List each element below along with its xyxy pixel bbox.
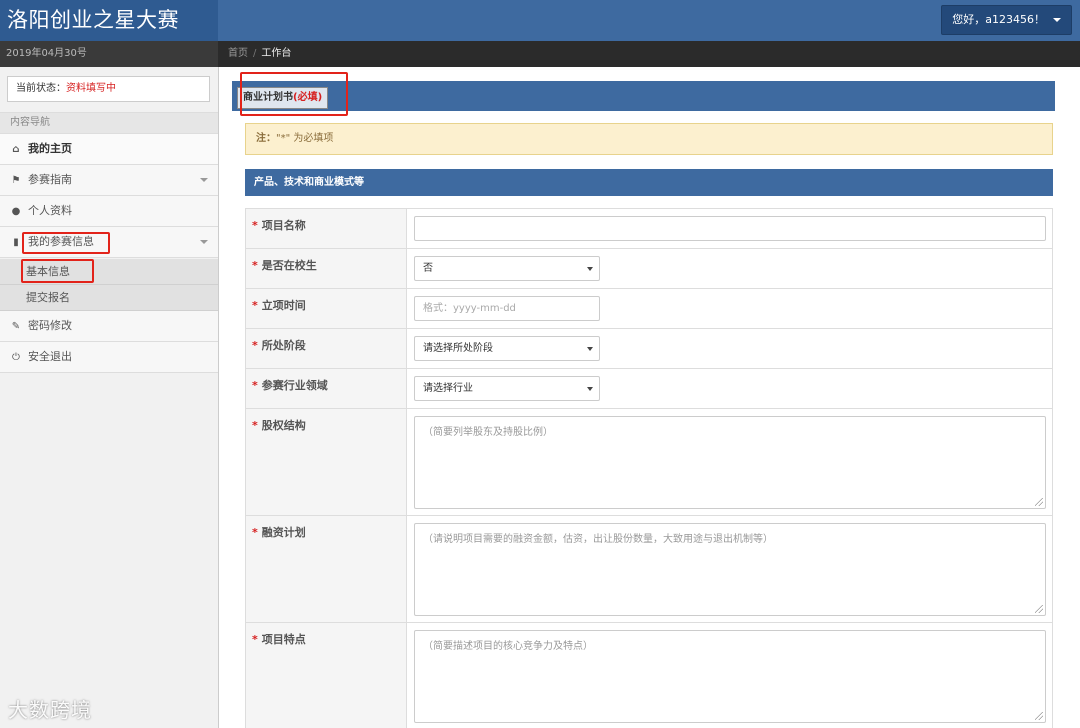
panel-header: 商业计划书(必填) <box>232 81 1055 111</box>
chevron-down-icon <box>1053 18 1061 22</box>
sidebar: 当前状态：资料填写中 内容导航 ⌂ 我的主页 ⚑ 参赛指南 ● 个人资料 ▮ 我的参赛信… <box>0 67 219 728</box>
chevron-down-icon <box>587 387 593 391</box>
form-row: * 项目特点 （简要描述项目的核心竞争力及特点） <box>246 623 1052 728</box>
required-mark: * <box>252 259 258 272</box>
stage-select[interactable]: 请选择所处阶段 <box>414 336 600 361</box>
user-menu-button[interactable]: 您好，a123456！ <box>941 5 1072 35</box>
sidebar-item-label: 密码修改 <box>28 319 72 332</box>
wrench-icon: ✎ <box>11 321 21 332</box>
required-mark: * <box>252 339 258 352</box>
sidebar-item-logout[interactable]: ⏻ 安全退出 <box>0 342 218 373</box>
chevron-down-icon <box>200 240 208 244</box>
equity-textarea[interactable]: （简要列举股东及持股比例） <box>414 416 1046 509</box>
field-label: * 立项时间 <box>246 289 407 328</box>
required-mark: * <box>252 219 258 232</box>
breadcrumb-current: 工作台 <box>261 48 292 59</box>
field-label: * 项目名称 <box>246 209 407 248</box>
form-row: * 股权结构 （简要列举股东及持股比例） <box>246 409 1052 516</box>
form-table: * 项目名称 * 是否在校生 否 * 立项时间 格式：yyyy-mm-dd * 所处阶段… <box>245 208 1053 728</box>
required-mark: * <box>252 526 258 539</box>
top-bar: 洛阳创业之星大赛 您好，a123456！ <box>0 0 1080 41</box>
sidebar-item-home[interactable]: ⌂ 我的主页 <box>0 134 218 165</box>
file-icon: ▮ <box>13 237 19 248</box>
status-label: 当前状态： <box>16 83 66 94</box>
status-box: 当前状态：资料填写中 <box>7 76 210 102</box>
nav-heading: 内容导航 <box>0 112 218 134</box>
sidebar-item-label: 安全退出 <box>28 350 72 363</box>
resize-grip-icon[interactable] <box>1035 498 1043 506</box>
field-label: * 参赛行业领域 <box>246 369 407 408</box>
home-icon: ⌂ <box>12 144 20 155</box>
sidebar-subitem-submit[interactable]: 提交报名 <box>0 285 218 311</box>
field-label: * 融资计划 <box>246 516 407 622</box>
industry-select[interactable]: 请选择行业 <box>414 376 600 401</box>
form-row: * 是否在校生 否 <box>246 249 1052 289</box>
form-row: * 融资计划 （请说明项目需要的融资金额，估资，出让股份数量，大致用途与退出机制等… <box>246 516 1052 623</box>
breadcrumb-home[interactable]: 首页 <box>228 48 248 59</box>
required-note: 注："*" 为必填项 <box>245 123 1053 155</box>
field-label: * 所处阶段 <box>246 329 407 368</box>
note-label: 注： <box>256 133 276 144</box>
sidebar-item-guide[interactable]: ⚑ 参赛指南 <box>0 165 218 196</box>
flag-icon: ⚑ <box>11 175 21 186</box>
user-greeting: 您好，a123456！ <box>952 13 1045 26</box>
highlight-box <box>240 72 348 116</box>
user-icon: ● <box>11 206 21 217</box>
sidebar-item-label: 个人资料 <box>28 204 72 217</box>
main-content: 商业计划书(必填) 注："*" 为必填项 产品、技术和商业模式等 * 项目名称 *… <box>219 67 1080 728</box>
start-date-input[interactable]: 格式：yyyy-mm-dd <box>414 296 600 321</box>
required-mark: * <box>252 419 258 432</box>
field-label: * 是否在校生 <box>246 249 407 288</box>
sidebar-item-label: 我的主页 <box>28 142 72 155</box>
highlight-box <box>21 259 94 283</box>
field-label: * 项目特点 <box>246 623 407 728</box>
required-mark: * <box>252 299 258 312</box>
sidebar-item-password[interactable]: ✎ 密码修改 <box>0 311 218 342</box>
in-school-select[interactable]: 否 <box>414 256 600 281</box>
resize-grip-icon[interactable] <box>1035 712 1043 720</box>
note-text: "*" 为必填项 <box>276 133 334 144</box>
sidebar-item-label: 参赛指南 <box>28 173 72 186</box>
power-icon: ⏻ <box>12 352 20 363</box>
sidebar-item-profile[interactable]: ● 个人资料 <box>0 196 218 227</box>
required-mark: * <box>252 633 258 646</box>
form-row: * 参赛行业领域 请选择行业 <box>246 369 1052 409</box>
status-value: 资料填写中 <box>66 83 116 94</box>
highlight-box <box>22 232 110 254</box>
sub-bar: 2019年04月30号 首页 / 工作台 <box>0 41 1080 67</box>
app-brand: 洛阳创业之星大赛 <box>0 0 218 41</box>
form-row: * 所处阶段 请选择所处阶段 <box>246 329 1052 369</box>
chevron-down-icon <box>587 347 593 351</box>
current-date: 2019年04月30号 <box>0 41 218 67</box>
watermark: 大数跨境 <box>8 698 92 722</box>
form-row: * 立项时间 格式：yyyy-mm-dd <box>246 289 1052 329</box>
resize-grip-icon[interactable] <box>1035 605 1043 613</box>
breadcrumb-separator: / <box>253 48 257 59</box>
section-title: 产品、技术和商业模式等 <box>245 169 1053 196</box>
features-textarea[interactable]: （简要描述项目的核心竞争力及特点） <box>414 630 1046 723</box>
project-name-input[interactable] <box>414 216 1046 241</box>
field-label: * 股权结构 <box>246 409 407 515</box>
financing-textarea[interactable]: （请说明项目需要的融资金额，估资，出让股份数量，大致用途与退出机制等） <box>414 523 1046 616</box>
required-mark: * <box>252 379 258 392</box>
breadcrumb: 首页 / 工作台 <box>228 41 291 67</box>
chevron-down-icon <box>200 178 208 182</box>
chevron-down-icon <box>587 267 593 271</box>
form-row: * 项目名称 <box>246 209 1052 249</box>
